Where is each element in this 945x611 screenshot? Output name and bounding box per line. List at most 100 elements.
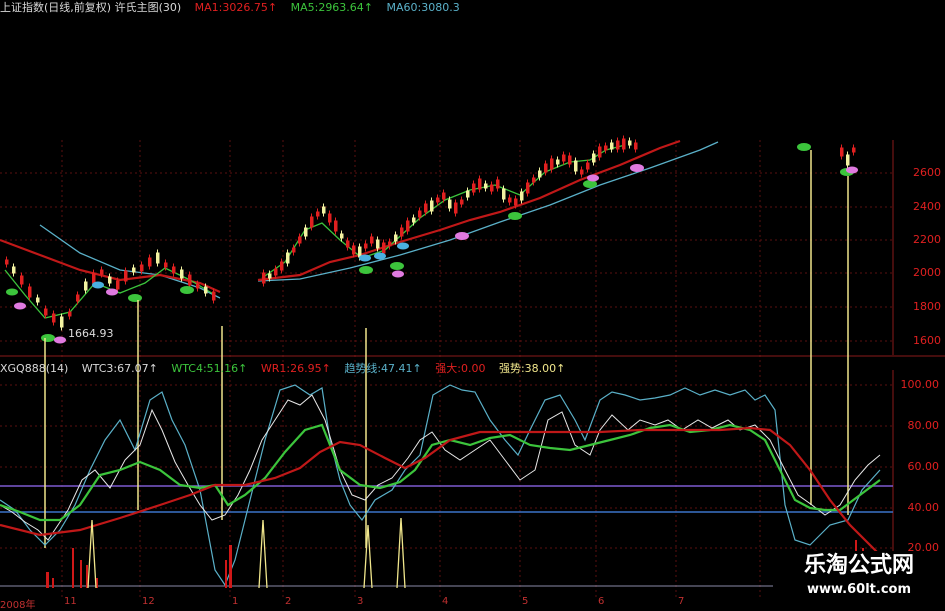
- candlestick: [346, 240, 350, 248]
- indicator-tick: 60.00: [907, 460, 940, 473]
- candlestick: [304, 227, 308, 237]
- indicator-legend: XGQ888(14) WTC3:67.07↑ WTC4:51.16↑ WR1:2…: [0, 362, 575, 376]
- indicator-tick: 80.00: [907, 419, 940, 432]
- candlestick: [406, 220, 410, 232]
- candlestick: [550, 158, 554, 170]
- candlestick: [544, 163, 548, 173]
- candlestick: [196, 283, 200, 289]
- candlestick: [364, 243, 368, 249]
- candlestick: [44, 308, 48, 316]
- candlestick: [436, 197, 440, 203]
- candlestick: [526, 182, 530, 194]
- candlestick: [394, 234, 398, 242]
- candlestick: [292, 247, 296, 253]
- candlestick: [28, 286, 32, 298]
- date-tick: 3: [357, 596, 364, 607]
- indicator-gridlines: [0, 384, 893, 549]
- price-gridlines: [0, 172, 893, 342]
- date-tick: 4: [442, 596, 449, 607]
- candlestick: [92, 272, 96, 284]
- candlestick: [204, 286, 208, 294]
- candlestick: [322, 206, 326, 214]
- candlestick: [148, 257, 152, 267]
- candlestick: [140, 264, 144, 272]
- candlestick: [286, 252, 290, 264]
- date-tick: 1: [232, 596, 239, 607]
- candlestick: [310, 216, 314, 228]
- candlestick: [852, 147, 856, 153]
- candlestick: [520, 191, 524, 201]
- candlestick: [634, 142, 638, 150]
- candlestick: [598, 146, 602, 158]
- watermark-url: www.60lt.com: [806, 582, 912, 597]
- candlestick: [180, 269, 184, 279]
- candlestick: [274, 268, 278, 276]
- candlestick: [20, 275, 24, 285]
- main-chart-title: 上证指数(日线,前复权) 许氏主图(30): [0, 1, 182, 14]
- price-panel-blank-right: [535, 0, 895, 140]
- candlestick: [376, 239, 380, 249]
- candlestick: [84, 281, 88, 291]
- indicator-name: XGQ888(14): [0, 362, 69, 375]
- low-price-label: 1664.93: [68, 327, 114, 340]
- candlestick: [382, 242, 386, 254]
- candlestick: [52, 313, 56, 323]
- indicator-tick: 100.00: [900, 378, 940, 391]
- candlestick: [316, 211, 320, 217]
- date-tick: 11: [64, 596, 77, 607]
- candlestick: [164, 262, 168, 268]
- candlestick: [188, 274, 192, 286]
- candlestick: [108, 276, 112, 284]
- watermark-name: 乐淘公式网: [803, 553, 914, 578]
- price-tick: 2000: [913, 266, 941, 279]
- candlestick: [586, 162, 590, 170]
- candlestick: [574, 160, 578, 172]
- candlestick: [60, 316, 64, 328]
- chart-canvas: [0, 0, 945, 600]
- ma5-line: [4, 144, 626, 319]
- candlestick: [280, 261, 284, 271]
- candlestick: [442, 192, 446, 200]
- candlestick: [562, 154, 566, 162]
- candlestick: [556, 159, 560, 165]
- candlestick: [12, 266, 16, 274]
- wtc4-value: WTC4:51.16↑: [171, 362, 248, 375]
- candlestick: [622, 138, 626, 150]
- wr1-value: WR1:26.95↑: [260, 362, 331, 375]
- candlestick: [370, 236, 374, 244]
- candlestick: [466, 190, 470, 198]
- candlestick: [132, 267, 136, 273]
- candlestick: [172, 266, 176, 274]
- candlestick: [478, 178, 482, 190]
- candlestick: [592, 153, 596, 163]
- candlestick: [418, 210, 422, 218]
- trend-value: 趋势线:47.41↑: [344, 362, 422, 375]
- candlestick: [124, 270, 128, 282]
- candlestick: [580, 169, 584, 175]
- candlestick: [5, 259, 9, 265]
- date-tick: 2: [285, 596, 292, 607]
- candlestick: [538, 170, 542, 178]
- candlestick: [334, 220, 338, 232]
- bottom-red-bars: [46, 540, 864, 588]
- candlestick: [412, 217, 416, 223]
- price-tick: 1800: [913, 300, 941, 313]
- indicator-tick: 40.00: [907, 501, 940, 514]
- strength-value: 强势:38.00↑: [498, 362, 566, 375]
- candlestick: [400, 227, 404, 237]
- candlestick: [508, 197, 512, 203]
- candlestick: [340, 233, 344, 239]
- ma5-value: MA5:2963.64↑: [290, 1, 374, 14]
- price-tick: 2200: [913, 233, 941, 246]
- signal-vertical-lines: [44, 150, 849, 548]
- candlestick: [68, 311, 72, 317]
- candlestick: [212, 291, 216, 301]
- main-chart-legend: 上证指数(日线,前复权) 许氏主图(30) MA1:3026.75↑ MA5:2…: [0, 1, 535, 15]
- candlestick: [616, 140, 620, 150]
- wtc3-value: WTC3:67.07↑: [81, 362, 158, 375]
- candlestick: [532, 177, 536, 183]
- ma1-value: MA1:3026.75↑: [194, 1, 278, 14]
- candlestick: [568, 155, 572, 165]
- candlestick: [454, 202, 458, 214]
- price-tick: 1600: [913, 334, 941, 347]
